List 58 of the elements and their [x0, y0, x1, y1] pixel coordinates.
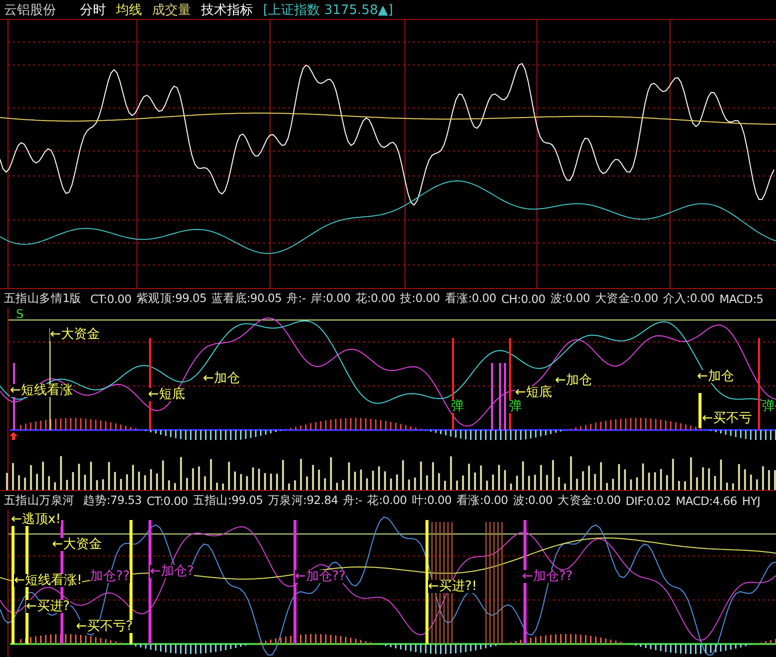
indicator-value: 花:0.00 — [355, 291, 396, 306]
indicator-value: 五指山:99.05 — [192, 493, 263, 508]
chart-annotation: ←大资金 — [52, 538, 102, 551]
chart-annotation: ←买进? — [26, 600, 70, 613]
indicator-value: 介入:0.00 — [663, 291, 714, 306]
chart-annotation: ←加仓? — [150, 565, 194, 578]
indicator-value: 紫观顶:99.05 — [136, 291, 206, 306]
chart-annotation: 弹 — [509, 400, 522, 413]
indicator-name: 五指山多情1版 — [4, 291, 82, 306]
toolbar-label[interactable]: 分时 — [80, 0, 106, 18]
indicator-value: 波:0.00 — [512, 493, 553, 508]
chart-annotation: ←加仓 — [203, 372, 240, 385]
indicator-value: CT:0.00 — [90, 292, 132, 306]
indicator-value: CT:0.00 — [146, 494, 188, 508]
indicator-value: CH:0.00 — [501, 292, 546, 306]
indicator-value: 大资金:0.00 — [558, 493, 621, 508]
chart-annotation: ←加仓 — [697, 370, 734, 383]
chart-annotation: ←短底 — [148, 388, 185, 401]
indicator-value: 叶:0.00 — [412, 493, 452, 508]
chart-annotation: ←买不亏 — [702, 412, 752, 425]
chart-annotation: ←逃顶x! — [11, 513, 61, 526]
chart-annotation: ←加仓?? — [522, 570, 573, 583]
toolbar-label[interactable]: [上证指数 3175.58▲] — [263, 0, 394, 18]
indicator-value: 波:0.00 — [550, 291, 590, 306]
indicator-value: 技:0.00 — [400, 291, 440, 306]
chart-annotation: ←买进?! — [428, 580, 478, 593]
toolbar-label[interactable]: 技术指标 — [201, 0, 253, 18]
indicator-name: 五指山万泉河 — [4, 493, 74, 508]
indicator-value: 看涨:0.00 — [456, 493, 508, 508]
indicator-value: DIF:0.02 — [626, 494, 671, 508]
indicator-value: 舟:- — [343, 493, 362, 508]
chart-annotation: 弹 — [762, 400, 775, 413]
indicator-value: MACD:4.66 — [676, 494, 737, 508]
signal-bar — [698, 393, 702, 428]
indicator-value: 万泉河:92.84 — [268, 493, 338, 508]
indicator-value: 蓝看底:90.05 — [212, 291, 282, 306]
indicator-value: 趋势:79.53 — [83, 493, 142, 508]
indicator-value: HYJ — [742, 494, 760, 508]
indicator-value: 岸:0.00 — [310, 291, 350, 306]
chart-annotation: ←短线看涨! — [14, 574, 82, 587]
signal-label: S — [16, 308, 24, 320]
chart-annotation: ←加仓?? — [295, 570, 346, 583]
chart-annotation: ←大资金 — [50, 328, 100, 341]
chart-annotation: 弹 — [451, 400, 464, 413]
chart-annotation: ←短线看涨 — [10, 384, 73, 397]
indicator-value: MACD:5 — [719, 292, 764, 306]
chart-annotation: ←买不亏? — [76, 620, 133, 633]
chart-annotation: 加仓?? — [90, 570, 130, 583]
toolbar-label[interactable]: 成交量 — [152, 0, 191, 18]
chart-annotation: ←短底 — [515, 386, 552, 399]
indicator-value: 大资金:0.00 — [594, 291, 658, 306]
indicator-value: 舟:- — [286, 291, 306, 306]
indicator-value: 花:0.00 — [367, 493, 407, 508]
up-arrow-icon — [9, 432, 18, 440]
toolbar-label[interactable]: 均线 — [116, 0, 142, 18]
indicator-value: 看涨:0.00 — [444, 291, 496, 306]
toolbar-label[interactable]: 云铝股份 — [4, 0, 56, 18]
chart-annotation: ←加仓 — [555, 374, 592, 387]
